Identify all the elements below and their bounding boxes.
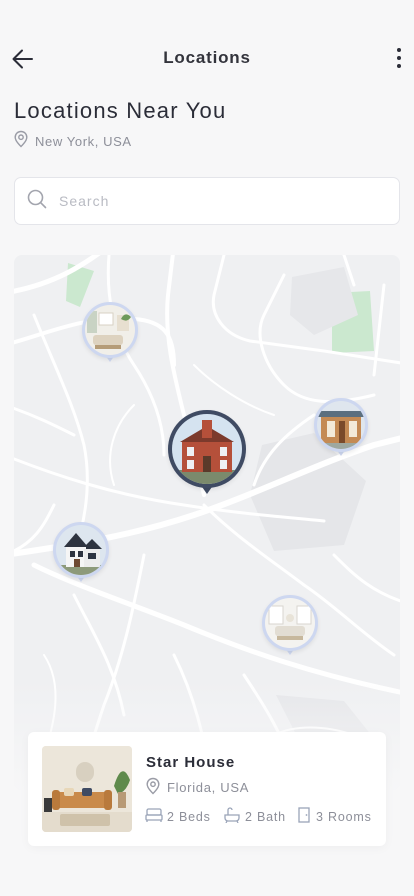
rooms-info: 3 Rooms	[296, 807, 372, 826]
more-vertical-icon[interactable]	[392, 45, 406, 71]
page-title: Locations	[163, 48, 251, 67]
map-pin-white-house[interactable]	[53, 522, 109, 588]
beds-text: 2 Beds	[167, 809, 211, 824]
search-bar[interactable]	[14, 177, 400, 225]
property-card[interactable]: Star House Florida, USA 2 Beds 2 Bath 3 …	[28, 732, 386, 846]
map-pin-wood-house[interactable]	[314, 398, 368, 462]
top-bar: Locations	[0, 36, 414, 80]
location-pin-icon	[145, 777, 161, 798]
map-pin-living-room[interactable]	[82, 302, 138, 368]
rooms-text: 3 Rooms	[316, 809, 372, 824]
map-pin-bright-room[interactable]	[262, 595, 318, 661]
property-location: Florida, USA	[145, 777, 249, 798]
locations-heading: Locations Near You	[14, 98, 227, 123]
map-view[interactable]	[14, 255, 400, 790]
map-pin-brick-house-selected[interactable]	[168, 410, 246, 500]
search-icon	[27, 189, 47, 214]
beds-info: 2 Beds	[145, 807, 211, 826]
door-icon	[296, 807, 312, 826]
current-location: New York, USA	[13, 130, 132, 153]
search-input[interactable]	[59, 193, 359, 209]
property-image	[42, 746, 132, 832]
bed-icon	[145, 807, 163, 826]
current-location-text: New York, USA	[35, 134, 132, 149]
property-location-text: Florida, USA	[167, 780, 250, 795]
bath-text: 2 Bath	[245, 809, 286, 824]
property-title: Star House	[146, 754, 236, 771]
bathtub-icon	[223, 807, 241, 826]
location-pin-icon	[13, 130, 29, 153]
bath-info: 2 Bath	[223, 807, 286, 826]
